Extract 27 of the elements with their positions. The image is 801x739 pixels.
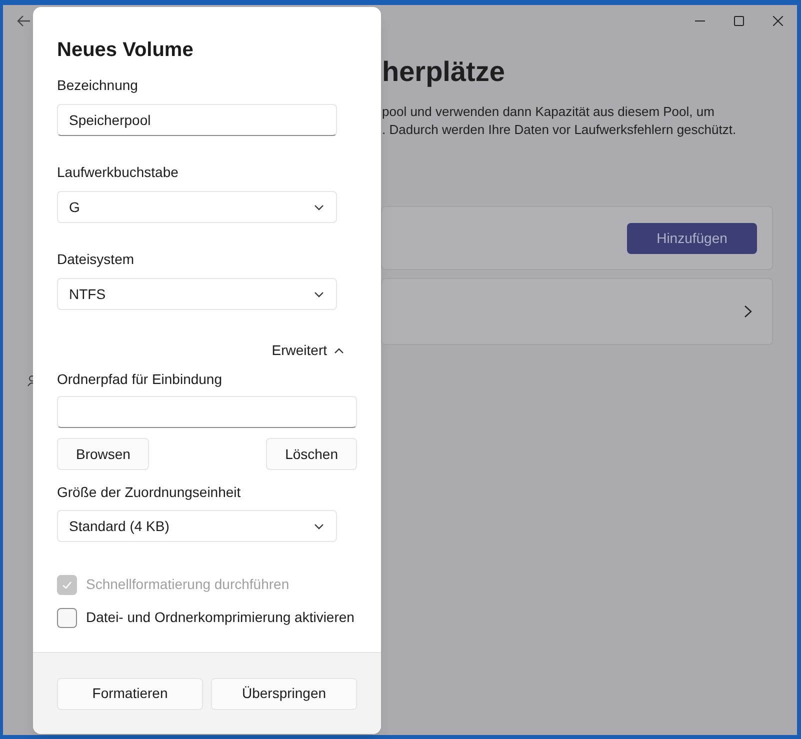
- folder-path-input-field[interactable]: [57, 396, 357, 428]
- field-label: Größe der Zuordnungseinheit: [57, 483, 242, 502]
- add-button[interactable]: Hinzufügen: [627, 222, 757, 254]
- advanced-toggle[interactable]: Erweitert: [272, 340, 345, 361]
- field-label: Laufwerkbuchstabe: [57, 163, 180, 182]
- footer-button[interactable]: Formatieren: [57, 678, 203, 710]
- page-title: herplätze: [382, 55, 505, 89]
- close-icon[interactable]: [773, 16, 783, 26]
- checkbox-label: Datei- und Ordnerkomprimierung aktivieren: [86, 608, 354, 627]
- checkbox-label: Schnellformatierung durchführen: [86, 575, 290, 594]
- chevron-right-icon: [744, 305, 752, 318]
- maximize-icon[interactable]: [734, 16, 744, 26]
- field-label: Ordnerpfad für Einbindung: [57, 370, 223, 389]
- description-text: pool und verwenden dann Kapazität aus diesem Pool, um: [382, 103, 716, 120]
- name-input-field[interactable]: Speicherpool: [57, 104, 337, 136]
- browse-button[interactable]: Browsen: [57, 438, 150, 470]
- dropdown[interactable]: G: [57, 191, 337, 223]
- footer-button[interactable]: Überspringen: [211, 678, 357, 710]
- browse-button[interactable]: Löschen: [266, 438, 357, 470]
- back-arrow-icon[interactable]: [17, 15, 31, 27]
- dialog-title: Neues Volume: [57, 38, 194, 61]
- dropdown[interactable]: Standard (4 KB): [57, 510, 337, 542]
- dropdown[interactable]: NTFS: [57, 278, 337, 310]
- field-label: Dateisystem: [57, 250, 136, 269]
- description-text: . Dadurch werden Ihre Daten vor Laufwerksfehlern geschützt.: [382, 121, 738, 138]
- field-label: Bezeichnung: [57, 76, 139, 95]
- checkbox[interactable]: [57, 608, 77, 628]
